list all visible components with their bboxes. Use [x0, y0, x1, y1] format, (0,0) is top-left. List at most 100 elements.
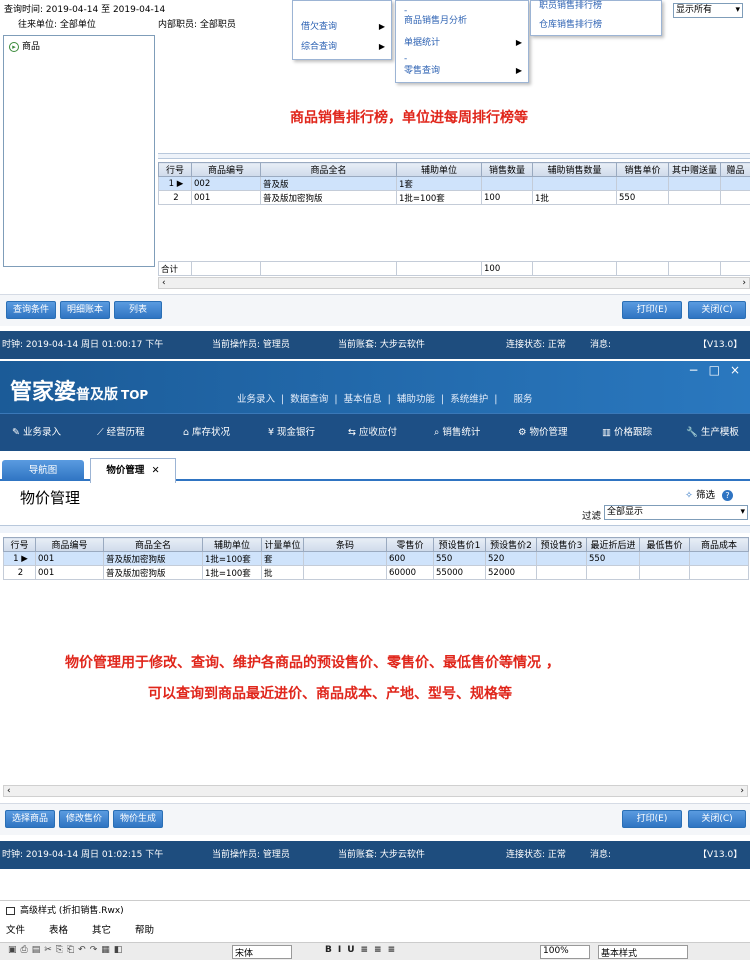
close-window-icon[interactable]: × [730, 363, 740, 377]
table-row[interactable]: 1 ▶ 002 普及版 1套 [158, 176, 750, 191]
col-header[interactable]: 预设售价3 [536, 537, 587, 552]
zoom-select[interactable]: 100% [540, 945, 590, 959]
nav-aux[interactable]: 辅助功能 [397, 394, 435, 405]
product-tree[interactable]: ▸ 商品 [3, 35, 155, 267]
tool-stock[interactable]: ⌂ 库存状况 [183, 424, 230, 438]
detail-ledger-button[interactable]: 明细账本 [60, 301, 110, 319]
col-header[interactable]: 辅助单位 [396, 162, 482, 177]
style-select[interactable]: 基本样式 [598, 945, 688, 959]
menu-other[interactable]: 其它 [92, 925, 111, 936]
col-header[interactable]: 最低售价 [639, 537, 690, 552]
tool-sales-stats[interactable]: ⌕ 销售统计 [434, 424, 480, 438]
generate-price-button[interactable]: 物价生成 [113, 810, 163, 828]
col-header[interactable]: 预设售价2 [485, 537, 537, 552]
splitter[interactable] [0, 525, 750, 533]
col-header[interactable]: 赠品 [720, 162, 750, 177]
tab-close-icon[interactable]: ✕ [152, 465, 160, 476]
stats-submenu[interactable]: - 商品销售月分析 单据统计 ▶ - 零售查询 ▶ [395, 0, 529, 83]
query-menu[interactable]: 借欠查询 ▶ 综合查询 ▶ [292, 0, 392, 60]
col-header[interactable]: 行号 [158, 162, 192, 177]
filter-select[interactable]: 全部显示 ▾ [604, 505, 748, 520]
tab-navigation[interactable]: 导航图 [2, 460, 84, 481]
menu-help[interactable]: 帮助 [135, 925, 154, 936]
format-icons[interactable]: BIU≡≡≡ [325, 945, 401, 955]
table-header: 行号 商品编号 商品全名 辅助单位 销售数量 辅助销售数量 销售单价 其中赠送量 赠品 [158, 162, 750, 177]
tool-business[interactable]: ✎ 业务录入 [12, 424, 61, 438]
col-header[interactable]: 商品全名 [260, 162, 397, 177]
table-row[interactable]: 2 001 普及版加密狗版 1批=100套 100 1批 550 [158, 190, 750, 205]
menu-item-debt[interactable]: 借欠查询 ▶ [293, 19, 391, 35]
col-header[interactable]: 商品成本 [689, 537, 749, 552]
col-header[interactable]: 辅助单位 [202, 537, 262, 552]
nav-business[interactable]: 业务录入 [237, 394, 275, 405]
font-select[interactable]: 宋体 [232, 945, 292, 959]
cell [689, 565, 749, 580]
col-header[interactable]: 商品编号 [191, 162, 261, 177]
table-row[interactable]: 2 001 普及版加密狗版 1批=100套批 60000 55000 52000 [3, 565, 749, 580]
nav-basic-info[interactable]: 基本信息 [344, 394, 382, 405]
tool-cash[interactable]: ¥ 现金银行 [268, 424, 315, 438]
menu-item-monthly[interactable]: 商品销售月分析 [396, 13, 528, 29]
close-button[interactable]: 关闭(C) [688, 301, 746, 319]
connection-text: 连接状态: 正常 [506, 850, 566, 860]
nav-service[interactable]: 服务 [513, 394, 532, 405]
tool-price-track[interactable]: ▥ 价格跟踪 [602, 424, 652, 438]
tool-production[interactable]: 🔧 生产模板 [686, 424, 739, 438]
menu-item-staff-rank[interactable]: 职员销售排行榜 [531, 0, 661, 14]
tree-root-label[interactable]: 商品 [22, 42, 40, 52]
h-scrollbar[interactable]: ‹ › [158, 277, 750, 289]
query-conditions-button[interactable]: 查询条件 [6, 301, 56, 319]
tool-price-mgmt[interactable]: ⚙ 物价管理 [518, 424, 568, 438]
tool-receivable[interactable]: ⇆ 应收应付 [348, 424, 397, 438]
modify-price-button[interactable]: 修改售价 [59, 810, 109, 828]
col-header[interactable]: 销售单价 [616, 162, 669, 177]
print-button[interactable]: 打印(E) [622, 301, 682, 319]
col-header[interactable]: 计量单位 [261, 537, 304, 552]
col-header[interactable]: 零售价 [386, 537, 434, 552]
col-header[interactable]: 商品编号 [35, 537, 104, 552]
col-header[interactable]: 条码 [303, 537, 387, 552]
print-button[interactable]: 打印(E) [622, 810, 682, 828]
scroll-left-icon[interactable]: ‹ [162, 278, 166, 288]
minimize-icon[interactable]: − [689, 363, 699, 377]
sales-table[interactable]: 行号 商品编号 商品全名 辅助单位 销售数量 辅助销售数量 销售单价 其中赠送量 赠品 1 ▶ 0… [158, 162, 750, 205]
scroll-right-icon[interactable]: › [742, 278, 746, 288]
menu-item-retail[interactable]: 零售查询 ▶ [396, 63, 528, 79]
table-row[interactable]: 1 ▶ 001 普及版加密狗版 1批=100套套 600 550 520 550 [3, 551, 749, 566]
display-select[interactable]: 显示所有 ▾ [673, 3, 743, 18]
close-button[interactable]: 关闭(C) [688, 810, 746, 828]
nav-data-query[interactable]: 数据查询 [290, 394, 328, 405]
menu-item-combined[interactable]: 综合查询 ▶ [293, 39, 391, 55]
h-scrollbar[interactable]: ‹ › [3, 785, 748, 797]
col-header[interactable]: 商品全名 [103, 537, 203, 552]
help-icon[interactable]: ? [722, 490, 734, 501]
select-product-button[interactable]: 选择商品 [5, 810, 55, 828]
ranking-submenu[interactable]: 职员销售排行榜 仓库销售排行榜 [530, 0, 662, 36]
menu-table[interactable]: 表格 [49, 925, 68, 936]
col-header[interactable]: 预设售价1 [433, 537, 486, 552]
maximize-icon[interactable]: □ [709, 363, 720, 377]
col-header[interactable]: 其中赠送量 [668, 162, 721, 177]
price-table[interactable]: 行号 商品编号 商品全名 辅助单位 计量单位 条码 零售价 预设售价1 预设售价2 预设售价3 最近… [3, 537, 749, 580]
app-logo: 管家婆普及版 TOP [10, 380, 149, 405]
filter-button[interactable]: ✧ 筛选 ? [685, 487, 734, 501]
tool-history[interactable]: ⟋ 经营历程 [97, 424, 145, 438]
col-header[interactable]: 辅助销售数量 [532, 162, 617, 177]
scroll-left-icon[interactable]: ‹ [7, 786, 11, 796]
col-header[interactable]: 销售数量 [481, 162, 533, 177]
menu-file[interactable]: 文件 [6, 925, 25, 936]
menu-item[interactable] [293, 3, 391, 15]
nav-system[interactable]: 系统维护 [450, 394, 488, 405]
tab-price-mgmt[interactable]: 物价管理 ✕ [90, 458, 176, 483]
annotation-price-2: 可以查询到商品最近进价、商品成本、产地、型号、规格等 [148, 686, 512, 702]
list-button[interactable]: 列表 [114, 301, 162, 319]
scroll-right-icon[interactable]: › [740, 786, 744, 796]
cell [668, 190, 721, 205]
col-header[interactable]: 行号 [3, 537, 36, 552]
splitter[interactable] [158, 153, 750, 159]
menu-item-doc-stats[interactable]: 单据统计 ▶ [396, 35, 528, 51]
toolbar-icons[interactable]: ▣⎙▤✂⎘⎗↶↷▦◧ [8, 945, 126, 955]
menu-item-store-rank[interactable]: 仓库销售排行榜 [531, 17, 661, 33]
col-header[interactable]: 最近折后进 [586, 537, 640, 552]
tree-expand-icon[interactable]: ▸ [9, 42, 19, 52]
